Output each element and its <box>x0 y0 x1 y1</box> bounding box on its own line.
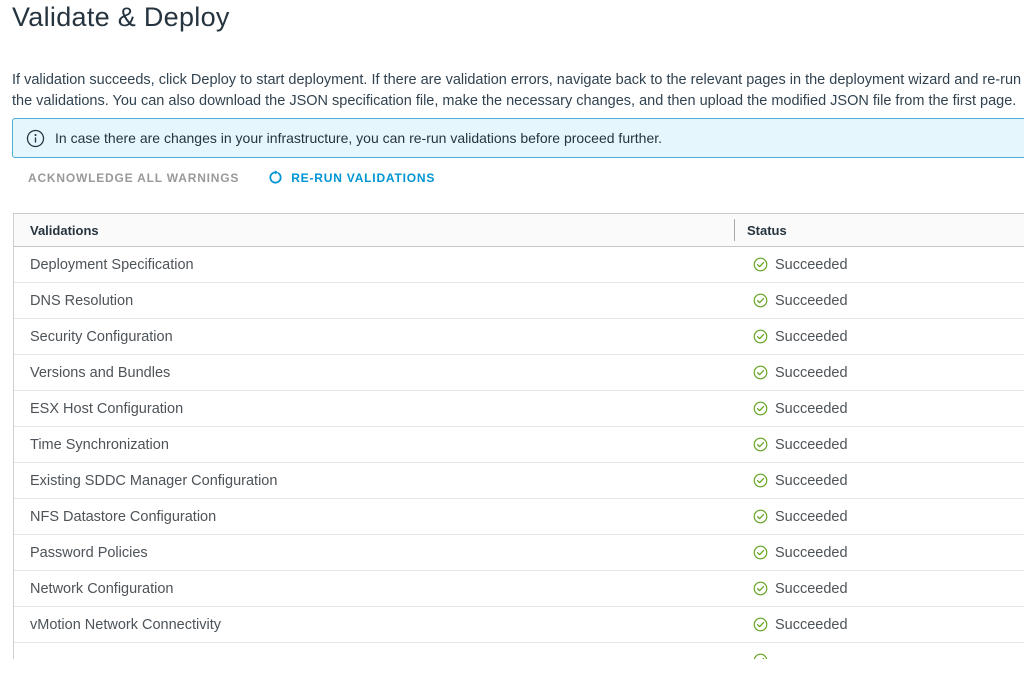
status-cell: Succeeded <box>734 545 1024 561</box>
status-text: Succeeded <box>775 257 848 273</box>
table-row: NFS Datastore Configuration Succeeded <box>14 499 1024 535</box>
column-header-validations: Validations <box>14 223 734 238</box>
actions-toolbar: ACKNOWLEDGE ALL WARNINGS RE-RUN VALIDATI… <box>28 170 435 185</box>
validation-name: Time Synchronization <box>14 437 734 453</box>
validation-name: Existing SDDC Manager Configuration <box>14 473 734 489</box>
validation-name: Network Configuration <box>14 581 734 597</box>
rerun-validations-button[interactable]: RE-RUN VALIDATIONS <box>268 170 435 185</box>
validation-name: vMotion Network Connectivity <box>14 617 734 633</box>
status-cell: Succeeded <box>734 329 1024 345</box>
info-circle-icon <box>26 129 45 148</box>
status-text: Succeeded <box>775 581 848 597</box>
check-circle-icon <box>753 293 768 308</box>
check-circle-icon <box>753 401 768 416</box>
check-circle-icon <box>753 257 768 272</box>
table-row: vMotion Network Connectivity Succeeded <box>14 607 1024 643</box>
check-circle-icon <box>753 581 768 596</box>
status-text: Succeeded <box>775 401 848 417</box>
table-header: Validations Status <box>14 213 1024 247</box>
status-text: Succeeded <box>775 617 848 633</box>
validations-table: Validations Status Deployment Specificat… <box>13 213 1024 674</box>
status-cell: Succeeded <box>734 293 1024 309</box>
validate-deploy-page: Validate & Deploy If validation succeeds… <box>0 0 1024 674</box>
page-title: Validate & Deploy <box>12 2 230 33</box>
status-cell: Succeeded <box>734 473 1024 489</box>
status-cell: Succeeded <box>734 257 1024 273</box>
column-separator <box>734 219 735 241</box>
validation-name: Password Policies <box>14 545 734 561</box>
validation-name: Security Configuration <box>14 329 734 345</box>
footer-overlay <box>0 659 1024 674</box>
column-header-status: Status <box>734 223 1024 238</box>
table-row: Network Configuration Succeeded <box>14 571 1024 607</box>
table-row: Security Configuration Succeeded <box>14 319 1024 355</box>
table-row: DNS Resolution Succeeded <box>14 283 1024 319</box>
status-text: Succeeded <box>775 365 848 381</box>
status-cell: Succeeded <box>734 401 1024 417</box>
check-circle-icon <box>753 509 768 524</box>
check-circle-icon <box>753 617 768 632</box>
validation-name: ESX Host Configuration <box>14 401 734 417</box>
status-text: Succeeded <box>775 437 848 453</box>
status-cell: Succeeded <box>734 581 1024 597</box>
check-circle-icon <box>753 365 768 380</box>
table-body: Deployment Specification Succeeded DNS R… <box>14 247 1024 674</box>
intro-text: If validation succeeds, click Deploy to … <box>12 70 1021 112</box>
table-row: Password Policies Succeeded <box>14 535 1024 571</box>
status-cell: Succeeded <box>734 617 1024 633</box>
validation-name: Versions and Bundles <box>14 365 734 381</box>
intro-line-2: the validations. You can also download t… <box>12 91 1021 112</box>
status-cell: Succeeded <box>734 365 1024 381</box>
check-circle-icon <box>753 473 768 488</box>
validation-name: DNS Resolution <box>14 293 734 309</box>
intro-line-1: If validation succeeds, click Deploy to … <box>12 70 1021 91</box>
info-banner-text: In case there are changes in your infras… <box>55 130 662 146</box>
table-row: Deployment Specification Succeeded <box>14 247 1024 283</box>
status-text: Succeeded <box>775 473 848 489</box>
check-circle-icon <box>753 329 768 344</box>
status-text: Succeeded <box>775 329 848 345</box>
acknowledge-all-warnings-button[interactable]: ACKNOWLEDGE ALL WARNINGS <box>28 171 239 185</box>
check-circle-icon <box>753 545 768 560</box>
status-cell: Succeeded <box>734 509 1024 525</box>
check-circle-icon <box>753 437 768 452</box>
table-row: Existing SDDC Manager Configuration Succ… <box>14 463 1024 499</box>
validation-name: NFS Datastore Configuration <box>14 509 734 525</box>
rerun-validations-label: RE-RUN VALIDATIONS <box>291 171 435 185</box>
status-cell: Succeeded <box>734 437 1024 453</box>
status-text: Succeeded <box>775 293 848 309</box>
status-text: Succeeded <box>775 509 848 525</box>
table-row: Versions and Bundles Succeeded <box>14 355 1024 391</box>
table-row: ESX Host Configuration Succeeded <box>14 391 1024 427</box>
table-row: Time Synchronization Succeeded <box>14 427 1024 463</box>
validation-name: Deployment Specification <box>14 257 734 273</box>
refresh-icon <box>268 170 283 185</box>
info-banner: In case there are changes in your infras… <box>12 118 1024 158</box>
status-text: Succeeded <box>775 545 848 561</box>
